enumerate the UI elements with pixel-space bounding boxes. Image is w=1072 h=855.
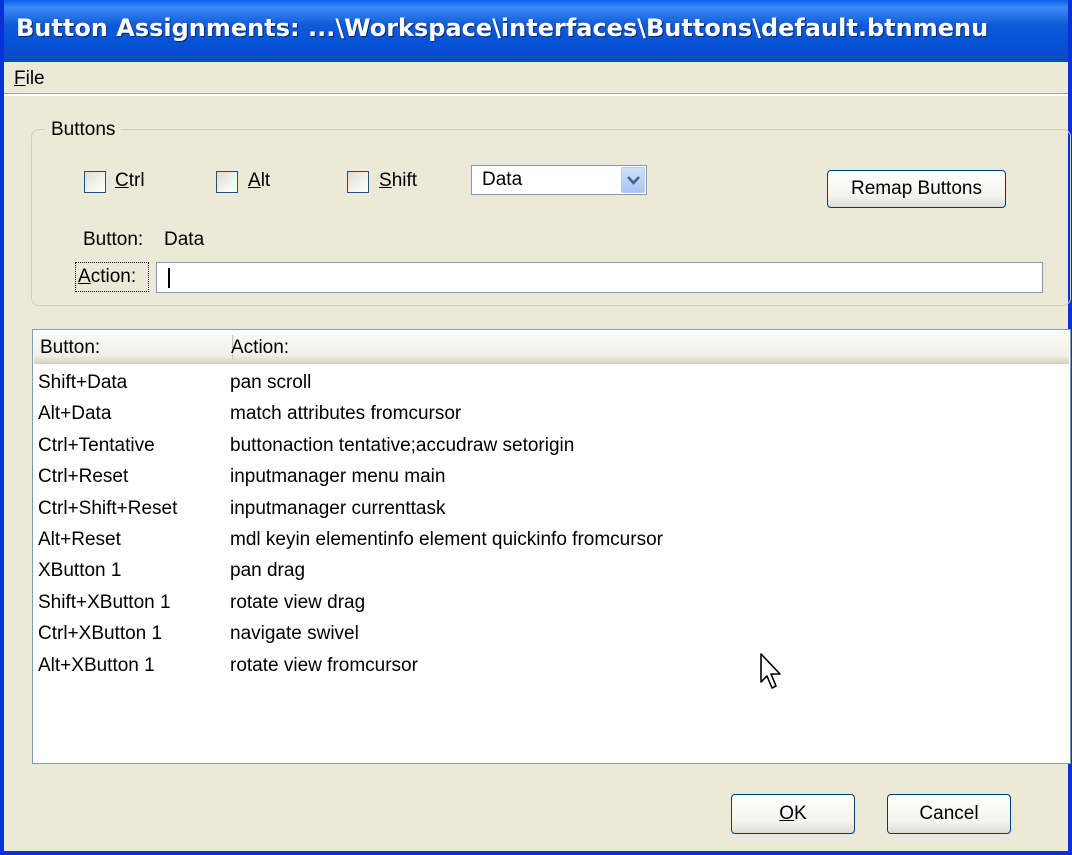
row-action: rotate view drag — [230, 591, 366, 613]
button-type-select[interactable]: Data — [471, 165, 647, 195]
remap-buttons-button[interactable]: Remap Buttons — [827, 170, 1006, 208]
menu-file-label: ile — [25, 68, 45, 89]
alt-label-rest: lt — [260, 170, 271, 191]
button-assignments-dialog: Button Assignments: ...\Workspace\interf… — [0, 0, 1072, 855]
ok-label-rest: K — [794, 803, 807, 824]
button-assignments-list[interactable]: Button: Action: Shift+Data pan scroll Alt… — [32, 329, 1071, 764]
action-mnemonic: A — [78, 266, 91, 287]
row-button: Ctrl+Tentative — [38, 434, 155, 456]
list-header: Button: Action: — [34, 331, 1069, 364]
alt-checkbox-label[interactable]: Alt — [248, 170, 270, 192]
list-row[interactable]: Shift+Data pan scroll — [33, 368, 1068, 399]
row-button: Alt+Data — [38, 403, 112, 425]
remap-buttons-label: Remap Buttons — [851, 178, 982, 199]
list-rows: Shift+Data pan scroll Alt+Data match attri… — [33, 368, 1068, 682]
cancel-label: Cancel — [919, 803, 979, 824]
list-row[interactable]: Ctrl+Reset inputmanager menu main — [33, 462, 1068, 493]
buttons-group-label: Buttons — [45, 119, 122, 141]
row-button: Ctrl+Reset — [38, 466, 129, 488]
button-caption: Button: — [83, 229, 144, 250]
list-row[interactable]: Ctrl+Shift+Reset inputmanager currenttask — [33, 494, 1068, 525]
shift-checkbox-label[interactable]: Shift — [379, 170, 417, 192]
row-button: Shift+Data — [38, 372, 128, 393]
button-type-select-value: Data — [482, 169, 523, 190]
ctrl-checkbox[interactable] — [84, 171, 106, 193]
list-row[interactable]: Ctrl+XButton 1 navigate swivel — [33, 619, 1068, 650]
mouse-pointer-icon — [760, 653, 781, 689]
menu-file[interactable]: File — [14, 68, 45, 90]
row-button: Ctrl+Shift+Reset — [38, 497, 178, 519]
alt-mnemonic: A — [248, 170, 261, 191]
ok-mnemonic: O — [779, 803, 795, 824]
title-bar[interactable]: Button Assignments: ...\Workspace\interf… — [4, 0, 1068, 62]
column-header-action[interactable]: Action: — [231, 337, 289, 359]
row-action: navigate swivel — [230, 623, 359, 645]
row-action: rotate view fromcursor — [230, 654, 418, 676]
ctrl-label-rest: trl — [128, 170, 145, 191]
alt-checkbox[interactable] — [216, 171, 238, 193]
button-value: Data — [164, 229, 205, 250]
shift-checkbox[interactable] — [347, 171, 369, 193]
action-label: Action: — [75, 262, 149, 292]
window-title: Button Assignments: ...\Workspace\interf… — [16, 14, 989, 42]
chevron-down-icon[interactable] — [621, 167, 645, 193]
list-row[interactable]: Alt+Reset mdl keyin elementinfo element q… — [33, 525, 1068, 556]
ok-button[interactable]: OK — [731, 794, 855, 834]
row-button: Shift+XButton 1 — [38, 591, 171, 613]
row-button: Alt+Reset — [38, 528, 121, 550]
list-row[interactable]: Alt+Data match attributes fromcursor — [33, 399, 1068, 430]
row-action: match attributes fromcursor — [230, 403, 462, 425]
ctrl-mnemonic: C — [115, 170, 129, 191]
row-button: XButton 1 — [38, 560, 122, 582]
list-row[interactable]: Alt+XButton 1 rotate view fromcursor — [33, 651, 1068, 682]
row-action: inputmanager currenttask — [230, 497, 446, 519]
row-action: pan scroll — [230, 372, 312, 393]
row-button: Ctrl+XButton 1 — [38, 623, 163, 645]
text-caret — [168, 268, 170, 288]
action-label-rest: ction: — [90, 266, 137, 287]
row-action: buttonaction tentative;accudraw setorigi… — [230, 434, 575, 456]
action-input[interactable] — [156, 262, 1043, 293]
row-action: inputmanager menu main — [230, 466, 446, 488]
list-row[interactable]: Shift+XButton 1 rotate view drag — [33, 588, 1068, 619]
shift-mnemonic: S — [379, 170, 392, 191]
ctrl-checkbox-label[interactable]: Ctrl — [115, 170, 145, 192]
cancel-button[interactable]: Cancel — [887, 794, 1011, 834]
row-action: mdl keyin elementinfo element quickinfo … — [230, 528, 663, 550]
row-button: Alt+XButton 1 — [38, 654, 155, 676]
row-action: pan drag — [230, 560, 306, 582]
menu-file-mnemonic: F — [14, 68, 26, 89]
list-row[interactable]: Ctrl+Tentative buttonaction tentative;acc… — [33, 431, 1068, 462]
menu-bar: File — [4, 62, 1068, 96]
list-row[interactable]: XButton 1 pan drag — [33, 556, 1068, 587]
shift-label-rest: hift — [391, 170, 418, 191]
column-header-button[interactable]: Button: — [40, 337, 100, 359]
